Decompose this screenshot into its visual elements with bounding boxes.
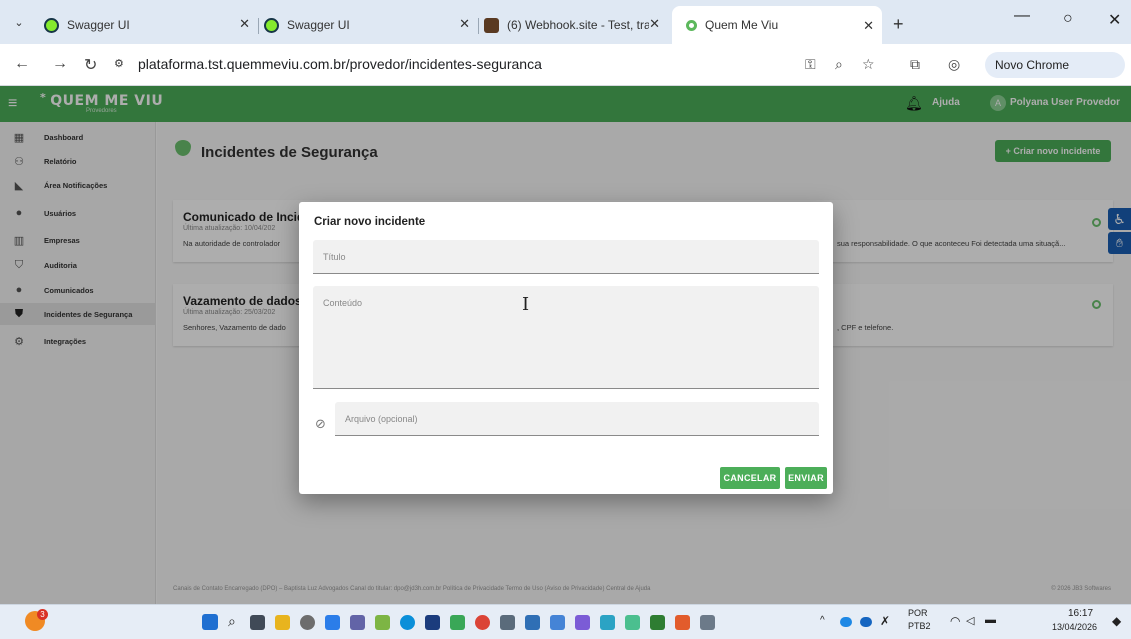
tab-search-icon[interactable]: ⌄ (10, 14, 28, 32)
edge-icon[interactable] (400, 615, 415, 630)
mic-muted-icon[interactable]: ✗ (880, 614, 890, 628)
tab-swagger-1[interactable]: Swagger UI ✕ (44, 12, 254, 38)
close-window-icon[interactable]: ✕ (1108, 10, 1121, 30)
app-icon[interactable] (625, 615, 640, 630)
terminal-icon[interactable] (500, 615, 515, 630)
chrome-icon[interactable] (475, 615, 490, 630)
tab-close-icon[interactable]: ✕ (459, 16, 470, 32)
site-info-icon[interactable]: ⚙ (114, 57, 124, 70)
text-cursor-icon: I (522, 294, 530, 315)
arquivo-placeholder: Arquivo (opcional) (345, 414, 418, 424)
app-icon[interactable] (450, 615, 465, 630)
tab-title: Swagger UI (67, 18, 130, 32)
onedrive-business-icon[interactable] (860, 617, 872, 627)
swagger-favicon-icon (264, 17, 279, 33)
tab-close-icon[interactable]: ✕ (863, 18, 874, 34)
app-icon[interactable] (650, 615, 665, 630)
outlook-icon[interactable] (325, 615, 340, 630)
reload-icon[interactable]: ↻ (84, 55, 97, 75)
windows-start-icon[interactable] (202, 614, 218, 630)
profile-icon[interactable]: ◎ (948, 56, 960, 73)
titulo-field[interactable]: Título (313, 240, 819, 274)
create-incident-dialog: Criar novo incidente Título Conteúdo ⊘ A… (299, 202, 833, 494)
app-icon[interactable] (575, 615, 590, 630)
password-key-icon[interactable]: ⚿ (805, 56, 816, 73)
forward-icon[interactable]: → (52, 55, 68, 73)
app-icon[interactable] (600, 615, 615, 630)
notification-center-icon[interactable]: ◆ (1112, 614, 1121, 628)
language-indicator[interactable]: POR (908, 608, 928, 618)
address-bar[interactable]: plataforma.tst.quemmeviu.com.br/provedor… (138, 56, 542, 72)
battery-icon[interactable]: ▬ (985, 614, 996, 626)
conteudo-placeholder: Conteúdo (323, 298, 363, 308)
tab-separator (258, 18, 259, 34)
conteudo-field[interactable]: Conteúdo (313, 286, 819, 389)
os-taskbar: 3 ⌕ ^ ✗ POR PTB2 ◠ ◁ ▬ 16:17 13/04/2026 … (0, 604, 1131, 639)
wifi-icon[interactable]: ◠ (950, 614, 960, 628)
clock-date[interactable]: 13/04/2026 (1052, 622, 1097, 632)
tab-close-icon[interactable]: ✕ (649, 16, 660, 32)
browser-toolbar: ← → ↻ ⚙ plataforma.tst.quemmeviu.com.br/… (0, 44, 1131, 98)
settings-app-icon[interactable] (300, 615, 315, 630)
arquivo-field[interactable]: Arquivo (opcional) (335, 402, 819, 436)
back-icon[interactable]: ← (14, 55, 30, 73)
dialog-title: Criar novo incidente (314, 216, 426, 228)
weather-badge: 3 (37, 609, 48, 620)
tab-quemmeviu[interactable]: Quem Me Viu ✕ (672, 6, 882, 44)
zoom-icon[interactable]: ⌕ (835, 56, 843, 73)
teams-icon[interactable] (350, 615, 365, 630)
app-icon[interactable] (550, 615, 565, 630)
submit-button[interactable]: ENVIAR (785, 467, 827, 489)
minimize-icon[interactable]: — (1014, 7, 1030, 25)
new-tab-icon[interactable]: + (893, 14, 904, 35)
keyboard-layout[interactable]: PTB2 (908, 621, 931, 631)
quemmeviu-favicon-icon (686, 19, 697, 31)
tab-title: Swagger UI (287, 18, 350, 32)
calculator-icon[interactable] (425, 615, 440, 630)
volume-icon[interactable]: ◁ (966, 614, 974, 627)
attachment-icon[interactable]: ⊘ (315, 416, 326, 432)
app-icon[interactable] (675, 615, 690, 630)
clock-time[interactable]: 16:17 (1068, 608, 1093, 619)
tray-chevron-icon[interactable]: ^ (820, 615, 825, 626)
tab-swagger-2[interactable]: Swagger UI ✕ (264, 12, 474, 38)
extensions-icon[interactable]: ⧉ (910, 56, 920, 73)
task-view-icon[interactable] (250, 615, 265, 630)
onedrive-icon[interactable] (840, 617, 852, 627)
chrome-update-button[interactable]: Novo Chrome disponível ⋮ (985, 52, 1125, 98)
file-explorer-icon[interactable] (275, 615, 290, 630)
titulo-placeholder: Título (323, 252, 346, 262)
tab-separator (478, 18, 479, 34)
webhook-favicon-icon (484, 17, 499, 33)
tab-webhook[interactable]: (6) Webhook.site - Test, transfo ✕ (484, 12, 664, 38)
tab-title: (6) Webhook.site - Test, transfo (507, 18, 649, 32)
taskbar-search-icon[interactable]: ⌕ (228, 613, 236, 630)
maximize-icon[interactable]: ○ (1063, 10, 1073, 28)
swagger-favicon-icon (44, 17, 59, 33)
tab-title: Quem Me Viu (705, 18, 779, 32)
folder-icon[interactable] (525, 615, 540, 630)
notepad-icon[interactable] (375, 615, 390, 630)
tab-close-icon[interactable]: ✕ (239, 16, 250, 32)
bookmark-star-icon[interactable]: ☆ (862, 56, 875, 73)
browser-tab-strip: ⌄ Swagger UI ✕ Swagger UI ✕ (6) Webhook.… (0, 0, 1131, 44)
app-icon[interactable] (700, 615, 715, 630)
cancel-button[interactable]: CANCELAR (720, 467, 780, 489)
